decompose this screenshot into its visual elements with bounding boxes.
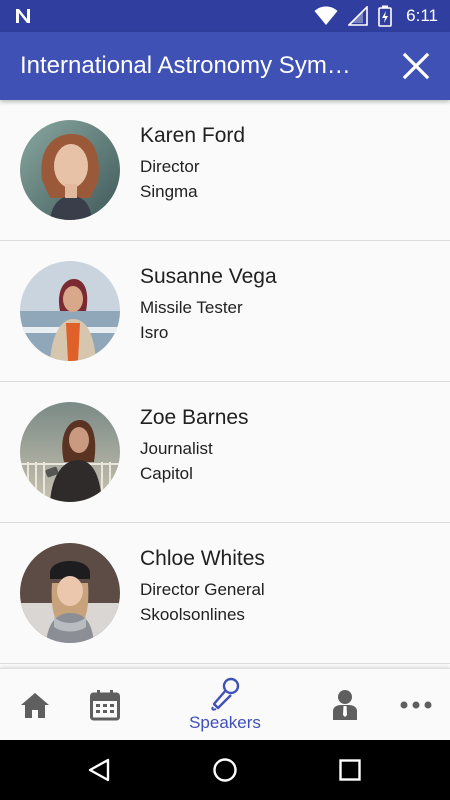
page-title: International Astronomy Sym… (20, 52, 351, 79)
speaker-organization: Isro (140, 323, 169, 342)
speaker-avatar (20, 261, 120, 361)
speaker-organization: Capitol (140, 464, 193, 483)
speaker-avatar (20, 402, 120, 502)
nav-item-home[interactable] (0, 669, 70, 741)
app-screen: 6:11 International Astronomy Sym… Karen … (0, 0, 450, 800)
speaker-name: Chloe Whites (140, 547, 265, 570)
status-icons: 6:11 (314, 0, 438, 32)
speaker-avatar (20, 543, 120, 643)
speaker-role: Journalist (140, 439, 213, 458)
more-icon (400, 701, 432, 709)
speaker-list: Karen Ford Director Singma Susanne Vega … (0, 100, 450, 668)
microphone-icon (211, 677, 240, 711)
status-bar: 6:11 (0, 0, 450, 32)
nav-label-speakers: Speakers (189, 713, 261, 732)
speaker-organization: Skoolsonlines (140, 605, 245, 624)
nav-item-more[interactable] (380, 669, 450, 741)
speaker-name: Karen Ford (140, 124, 246, 147)
back-icon[interactable] (84, 755, 114, 785)
speaker-role: Director General (140, 580, 265, 599)
signal-icon (348, 6, 368, 26)
nav-item-schedule[interactable] (70, 669, 140, 741)
speaker-role: Missile Tester (140, 298, 243, 317)
wifi-icon (314, 6, 338, 25)
speaker-name: Zoe Barnes (140, 406, 249, 429)
speaker-row[interactable]: Chloe Whites Director General Skoolsonli… (0, 523, 450, 664)
home-circle-icon[interactable] (210, 755, 240, 785)
speaker-role: Director (140, 157, 200, 176)
nav-item-speakers[interactable]: Speakers (170, 669, 280, 741)
battery-charging-icon (378, 5, 392, 27)
app-bar: International Astronomy Sym… (0, 32, 450, 100)
nav-item-profile[interactable] (310, 669, 380, 741)
system-navigation-bar (0, 740, 450, 800)
speaker-row[interactable]: Zoe Barnes Journalist Capitol (0, 382, 450, 523)
recents-icon[interactable] (335, 755, 365, 785)
speaker-row[interactable]: Karen Ford Director Singma (0, 100, 450, 241)
status-time: 6:11 (406, 6, 438, 25)
calendar-icon (90, 690, 120, 721)
close-icon[interactable] (400, 50, 432, 82)
person-icon (333, 690, 357, 720)
speaker-avatar (20, 120, 120, 220)
n-logo-icon (16, 9, 30, 23)
speaker-name: Susanne Vega (140, 265, 277, 288)
home-icon (21, 693, 49, 718)
speaker-row[interactable]: Susanne Vega Missile Tester Isro (0, 241, 450, 382)
bottom-navigation: Speakers (0, 668, 450, 740)
speaker-organization: Singma (140, 182, 198, 201)
